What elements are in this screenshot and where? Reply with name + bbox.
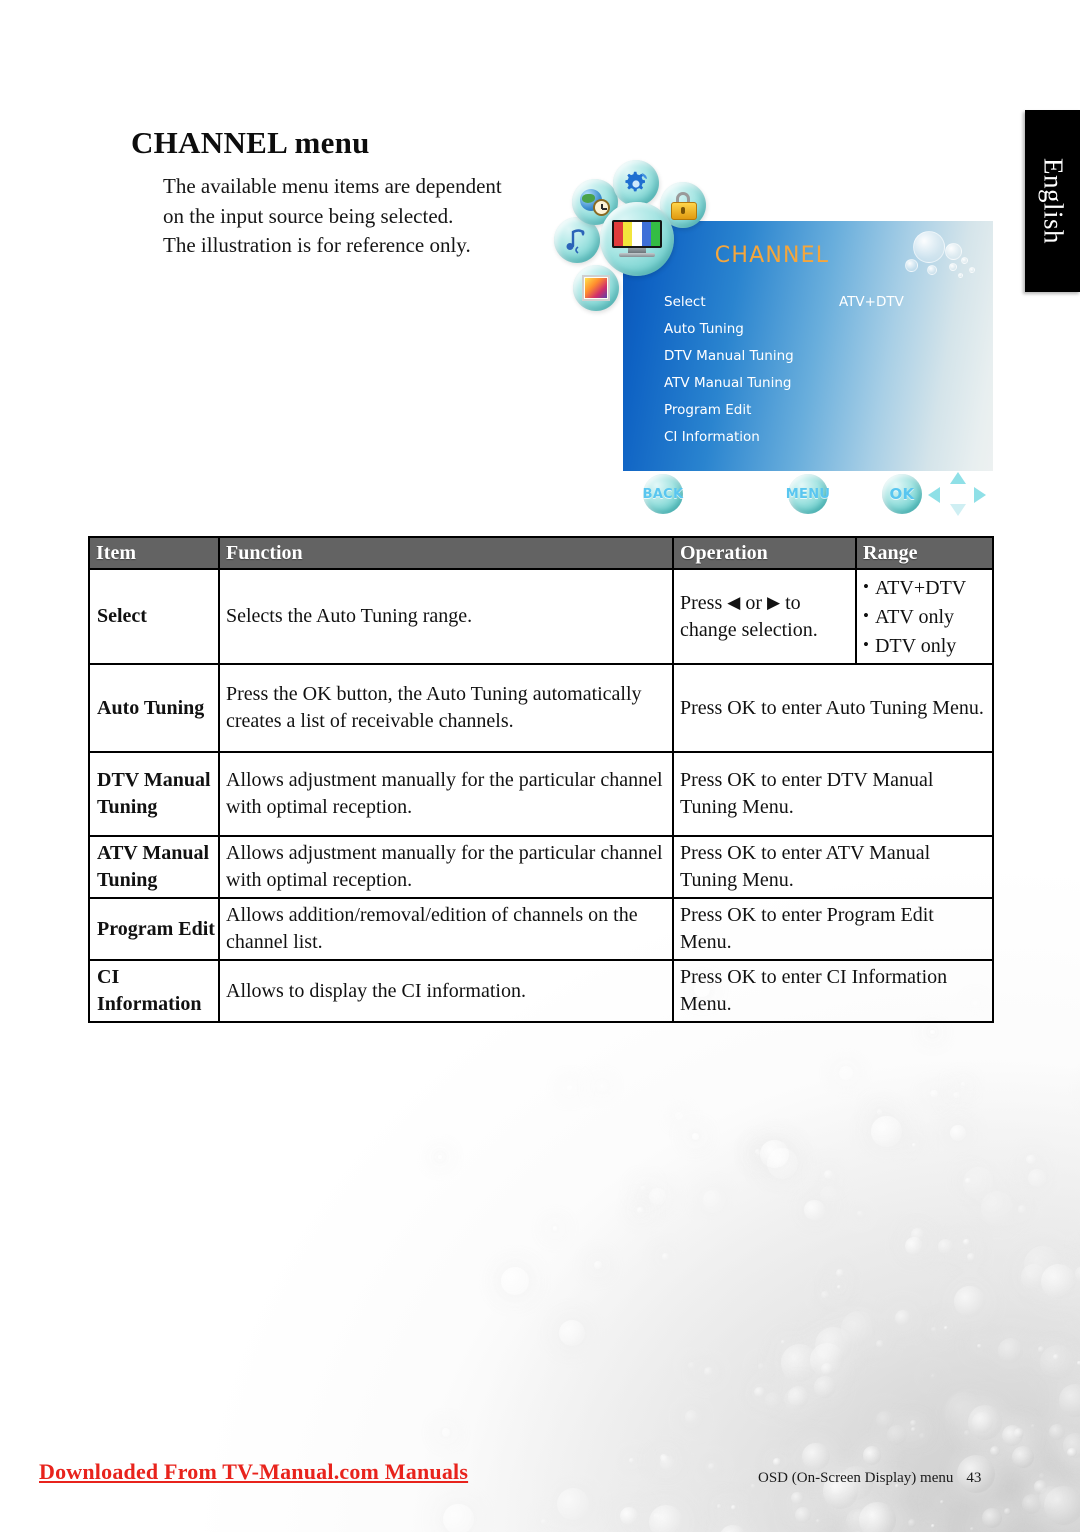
setup-gear-icon-bubble[interactable] xyxy=(613,160,659,206)
page-number: 43 xyxy=(966,1470,982,1486)
row-function: Allows to display the CI information. xyxy=(218,959,674,1023)
picture-image-shape xyxy=(585,278,607,298)
language-tab: English xyxy=(1025,110,1080,292)
osd-item-label: DTV Manual Tuning xyxy=(664,348,794,364)
osd-menu-item-select[interactable]: Select ATV+DTV xyxy=(664,289,904,316)
back-button[interactable]: BACK xyxy=(643,474,683,514)
manual-page: CHANNEL menu The available menu items ar… xyxy=(0,0,1080,1532)
row-operation: Press OK to enter Program Edit Menu. xyxy=(672,897,994,961)
row-function: Selects the Auto Tuning range. xyxy=(218,568,674,665)
table-row: Select Selects the Auto Tuning range. Pr… xyxy=(88,568,994,665)
row-function: Allows adjustment manually for the parti… xyxy=(218,751,674,837)
row-range: ATV+DTV ATV only DTV only xyxy=(855,568,994,665)
footer-section-text: OSD (On-Screen Display) menu xyxy=(758,1470,954,1486)
row-item: Auto Tuning xyxy=(88,663,220,753)
osd-menu-item-atv-manual-tuning[interactable]: ATV Manual Tuning xyxy=(664,370,794,397)
tv-base-shape xyxy=(619,253,655,257)
row-operation: Press OK to enter DTV Manual Tuning Menu… xyxy=(672,751,994,837)
intro-paragraph: The available menu items are dependent o… xyxy=(163,172,518,261)
ok-button[interactable]: OK xyxy=(882,474,922,514)
osd-panel: CHANNEL Select ATV+DTV Auto Tuning DTV M… xyxy=(623,221,993,471)
range-list: ATV+DTV ATV only DTV only xyxy=(863,573,986,660)
osd-decorative-bubbles xyxy=(887,229,983,293)
column-header-item: Item xyxy=(88,536,220,570)
setup-gear-icon xyxy=(623,170,649,196)
language-tab-label: English xyxy=(1038,157,1069,245)
table-row: Auto Tuning Press the OK button, the Aut… xyxy=(88,663,994,753)
channel-menu-table: Item Function Operation Range Select Sel… xyxy=(88,536,994,1023)
arrow-up-icon[interactable] xyxy=(950,472,966,484)
tv-screen-shape xyxy=(612,220,662,248)
column-header-range: Range xyxy=(855,536,994,570)
osd-menu-item-dtv-manual-tuning[interactable]: DTV Manual Tuning xyxy=(664,343,794,370)
channel-tv-icon xyxy=(612,220,662,258)
range-item: ATV+DTV xyxy=(863,573,986,602)
page-title: CHANNEL menu xyxy=(131,124,370,160)
sound-music-icon xyxy=(564,226,590,254)
row-operation: Press OK to enter Auto Tuning Menu. xyxy=(672,663,994,753)
dpad-arrows[interactable] xyxy=(928,472,986,516)
clock-face-shape xyxy=(593,199,610,216)
osd-menu-item-ci-information[interactable]: CI Information xyxy=(664,424,794,451)
footer-section-label: OSD (On-Screen Display) menu 43 xyxy=(758,1470,981,1487)
table-row: Program Edit Allows addition/removal/edi… xyxy=(88,897,994,961)
table-row: DTV Manual Tuning Allows adjustment manu… xyxy=(88,751,994,837)
row-item: DTV Manual Tuning xyxy=(88,751,220,837)
table-header-row: Item Function Operation Range xyxy=(88,536,994,570)
arrow-right-icon[interactable] xyxy=(974,487,986,503)
background-haze-inner xyxy=(460,1062,1080,1532)
osd-menu-item-auto-tuning[interactable]: Auto Tuning xyxy=(664,316,794,343)
osd-item-label: ATV Manual Tuning xyxy=(664,375,792,391)
osd-menu-list: Select ATV+DTV Auto Tuning DTV Manual Tu… xyxy=(664,289,904,451)
range-item: DTV only xyxy=(863,631,986,660)
time-clock-icon xyxy=(580,188,610,216)
osd-illustration: CHANNEL Select ATV+DTV Auto Tuning DTV M… xyxy=(540,152,1010,522)
lock-keyhole-shape xyxy=(681,207,685,214)
arrow-right-glyph: ▶ xyxy=(766,593,781,612)
picture-icon-bubble[interactable] xyxy=(573,265,619,311)
arrow-down-icon[interactable] xyxy=(950,504,966,516)
osd-item-label: Auto Tuning xyxy=(664,321,744,337)
osd-item-label: Select xyxy=(664,294,706,310)
row-function: Press the OK button, the Auto Tuning aut… xyxy=(218,663,674,753)
row-function: Allows adjustment manually for the parti… xyxy=(218,835,674,899)
row-operation: Press OK to enter CI Information Menu. xyxy=(672,959,994,1023)
row-function: Allows addition/removal/edition of chann… xyxy=(218,897,674,961)
row-item: Select xyxy=(88,568,220,665)
row-item: CI Information xyxy=(88,959,220,1023)
range-item: ATV only xyxy=(863,602,986,631)
arrow-left-icon[interactable] xyxy=(928,487,940,503)
menu-button[interactable]: MENU xyxy=(786,474,830,514)
osd-item-value: ATV+DTV xyxy=(839,294,904,310)
table-row: CI Information Allows to display the CI … xyxy=(88,959,994,1023)
download-watermark[interactable]: Downloaded From TV-Manual.com Manuals xyxy=(39,1459,468,1485)
osd-menu-item-program-edit[interactable]: Program Edit xyxy=(664,397,794,424)
osd-item-label: CI Information xyxy=(664,429,760,445)
row-item: ATV Manual Tuning xyxy=(88,835,220,899)
column-header-operation: Operation xyxy=(672,536,857,570)
table-row: ATV Manual Tuning Allows adjustment manu… xyxy=(88,835,994,899)
channel-tv-icon-bubble[interactable] xyxy=(600,202,674,276)
row-operation: Press OK to enter ATV Manual Tuning Menu… xyxy=(672,835,994,899)
picture-icon xyxy=(582,275,610,301)
row-operation: Press ◀ or ▶ to change selection. xyxy=(672,568,857,665)
row-item: Program Edit xyxy=(88,897,220,961)
column-header-function: Function xyxy=(218,536,674,570)
lock-icon xyxy=(671,192,697,220)
arrow-left-glyph: ◀ xyxy=(727,593,741,612)
intro-line-1: The available menu items are dependent o… xyxy=(163,174,502,228)
intro-line-2: The illustration is for reference only. xyxy=(163,233,471,257)
osd-item-label: Program Edit xyxy=(664,402,752,418)
